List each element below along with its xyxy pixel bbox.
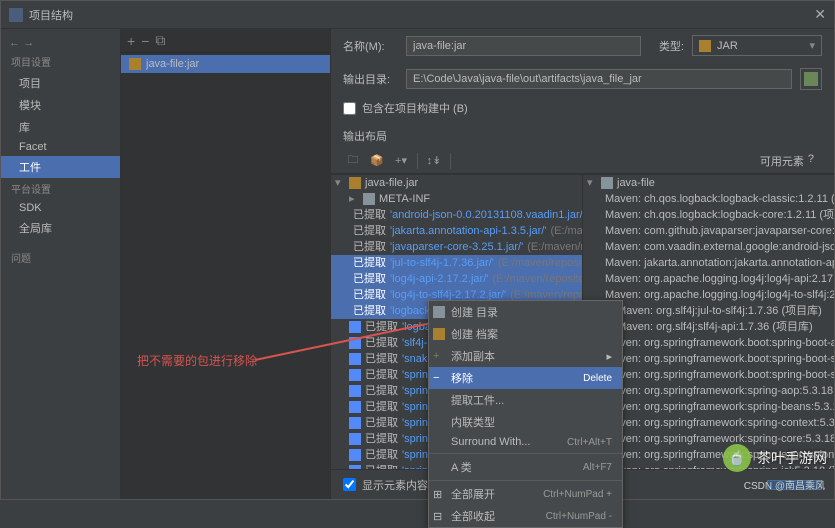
sort-icon[interactable]: ↕↡: [424, 151, 444, 171]
tree-row[interactable]: Maven: ch.qos.logback:logback-classic:1.…: [583, 191, 834, 207]
sidebar-header: 项目设置: [1, 51, 120, 72]
chevron-down-icon: ▾: [809, 39, 815, 52]
tree-row[interactable]: Maven: jakarta.annotation:jakarta.annota…: [583, 255, 834, 271]
outdir-label: 输出目录:: [343, 71, 398, 87]
name-label: 名称(M):: [343, 38, 398, 54]
minus-icon: −: [433, 372, 445, 384]
ctx-collapse-all[interactable]: ⊟全部收起Ctrl+NumPad -: [429, 505, 622, 527]
ctx-remove[interactable]: −移除Delete: [429, 367, 622, 389]
ctx-create-dir[interactable]: 创建 目录: [429, 301, 622, 323]
type-label: 类型:: [649, 38, 684, 54]
ctx-surround[interactable]: Surround With...Ctrl+Alt+T: [429, 433, 622, 451]
app-icon: [9, 8, 23, 22]
dialog-body: ← → 项目设置 项目 模块 库 Facet 工件 平台设置 SDK 全局库 问…: [1, 29, 834, 499]
type-select[interactable]: JAR ▾: [692, 35, 822, 56]
sidebar-item-global-libs[interactable]: 全局库: [1, 217, 120, 239]
show-content-checkbox[interactable]: [343, 478, 356, 491]
back-icon[interactable]: ←: [9, 37, 20, 49]
outdir-row: 输出目录:: [331, 62, 834, 96]
artifact-item[interactable]: java-file:jar: [121, 55, 330, 73]
dialog-title: 项目结构: [29, 7, 73, 23]
context-menu: 创建 目录 创建 档案 +添加副本▸ −移除Delete 提取工件... 内联类…: [428, 300, 623, 528]
ctx-navigate[interactable]: 内联类型: [429, 411, 622, 433]
watermark-logo: 🍵: [723, 444, 751, 472]
plus-icon: +: [433, 350, 445, 362]
ctx-add-copy[interactable]: +添加副本▸: [429, 345, 622, 367]
tree-row[interactable]: Maven: com.github.javaparser:javaparser-…: [583, 223, 834, 239]
layout-toolbar: 🗀 📦 +▾ ↕↡ 可用元素 ?: [331, 148, 834, 174]
tree-row[interactable]: 已提取 'jakarta.annotation-api-1.3.5.jar/' …: [331, 223, 582, 239]
tree-row[interactable]: 已提取 'android-json-0.0.20131108.vaadin1.j…: [331, 207, 582, 223]
ctx-create-archive[interactable]: 创建 档案: [429, 323, 622, 345]
sidebar-item-libraries[interactable]: 库: [1, 116, 120, 138]
collapse-icon: ⊟: [433, 510, 445, 522]
available-elements-label: 可用元素: [760, 153, 804, 169]
ctx-rename[interactable]: A 类Alt+F7: [429, 456, 622, 478]
artifact-toolbar: + − ⧉: [121, 29, 330, 53]
new-folder-icon[interactable]: 🗀: [343, 151, 363, 171]
sidebar-item-facets[interactable]: Facet: [1, 138, 120, 156]
ctx-extract[interactable]: 提取工件...: [429, 389, 622, 411]
sidebar-header2: 平台设置: [1, 178, 120, 199]
ctx-expand-all[interactable]: ⊞全部展开Ctrl+NumPad +: [429, 483, 622, 505]
remove-icon[interactable]: −: [141, 33, 149, 49]
add-content-icon[interactable]: +▾: [391, 151, 411, 171]
show-content-label: 显示元素内容: [362, 477, 428, 493]
archive-icon: [433, 328, 445, 340]
browse-button[interactable]: [800, 68, 822, 90]
add-icon[interactable]: +: [127, 33, 135, 49]
include-build-label: 包含在项目构建中 (B): [362, 100, 468, 116]
folder-icon: [804, 72, 818, 86]
titlebar: 项目结构 ✕: [1, 1, 834, 29]
forward-icon[interactable]: →: [23, 37, 34, 49]
name-row: 名称(M): 类型: JAR ▾: [331, 29, 834, 62]
expand-icon: ⊞: [433, 488, 445, 500]
new-archive-icon[interactable]: 📦: [367, 151, 387, 171]
tree-row[interactable]: 已提取 'log4j-api-2.17.2.jar/' (E:/maven/re…: [331, 271, 582, 287]
type-value: JAR: [717, 40, 738, 52]
csdn-credit: CSDN @南昌乘风: [744, 477, 825, 492]
tree-row[interactable]: 已提取 'javaparser-core-3.25.1.jar/' (E:/ma…: [331, 239, 582, 255]
sidebar-item-sdks[interactable]: SDK: [1, 199, 120, 217]
help-icon[interactable]: ?: [808, 153, 814, 169]
outdir-input[interactable]: [406, 69, 792, 89]
sidebar-item-artifacts[interactable]: 工件: [1, 156, 120, 178]
tree-row[interactable]: Maven: org.apache.logging.log4j:log4j-ap…: [583, 271, 834, 287]
tree-row[interactable]: 已提取 'jul-to-slf4j-1.7.36.jar/' (E:/maven…: [331, 255, 582, 271]
close-icon[interactable]: ✕: [814, 6, 826, 23]
sidebar: ← → 项目设置 项目 模块 库 Facet 工件 平台设置 SDK 全局库 问…: [1, 29, 121, 499]
include-build-row: 包含在项目构建中 (B): [331, 96, 834, 124]
sidebar-item-modules[interactable]: 模块: [1, 94, 120, 116]
output-layout-label: 输出布局: [331, 124, 834, 148]
sidebar-problems[interactable]: 问题: [1, 247, 120, 268]
tree-row[interactable]: Maven: ch.qos.logback:logback-core:1.2.1…: [583, 207, 834, 223]
include-build-checkbox[interactable]: [343, 102, 356, 115]
annotation-text: 把不需要的包进行移除: [137, 352, 257, 369]
artifact-name: java-file:jar: [146, 58, 199, 70]
watermark-text: 茶叶手游网: [757, 448, 827, 468]
name-input[interactable]: [406, 36, 641, 56]
copy-icon[interactable]: ⧉: [155, 32, 165, 49]
sidebar-item-project[interactable]: 项目: [1, 72, 120, 94]
artifact-list-panel: + − ⧉ java-file:jar: [121, 29, 331, 499]
artifact-list: java-file:jar: [121, 53, 330, 499]
jar-icon: [129, 58, 141, 70]
jar-icon: [699, 40, 711, 52]
project-structure-dialog: 项目结构 ✕ ← → 项目设置 项目 模块 库 Facet 工件 平台设置 SD…: [0, 0, 835, 500]
folder-icon: [433, 306, 445, 318]
watermark: 🍵 茶叶手游网: [723, 444, 827, 472]
tree-row[interactable]: Maven: com.vaadin.external.google:androi…: [583, 239, 834, 255]
